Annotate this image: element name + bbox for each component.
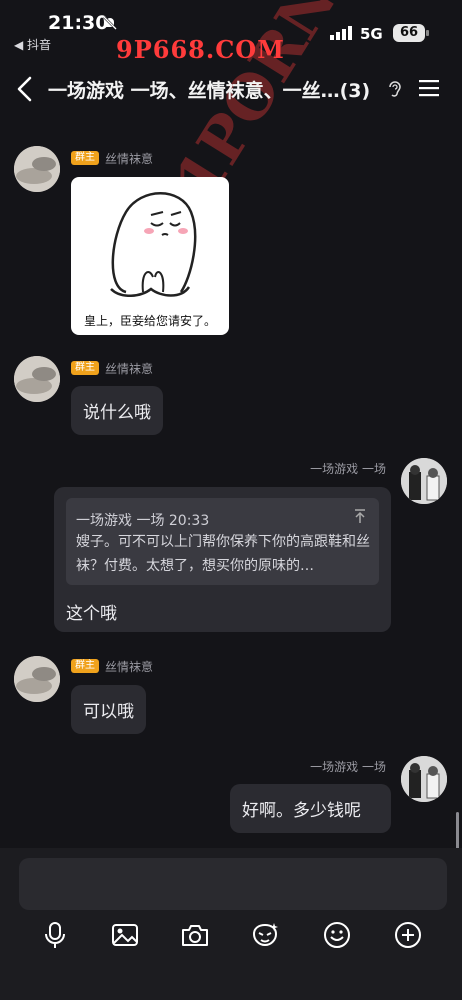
back-to-app-link[interactable]: ◀ 抖音 — [14, 36, 51, 53]
sender-name: 丝情袜意 — [105, 151, 154, 166]
message-text: 可以哦 — [83, 702, 134, 722]
sender-row: 群主 丝情袜意 — [71, 150, 153, 166]
avatar[interactable] — [401, 458, 447, 504]
back-chevron-icon[interactable] — [12, 74, 38, 104]
message-text: 好啊。多少钱呢 — [242, 801, 361, 821]
image-icon[interactable] — [110, 920, 140, 950]
group-owner-badge: 群主 — [71, 361, 99, 375]
plus-icon[interactable] — [393, 920, 423, 950]
avatar-photo — [14, 656, 60, 702]
chat-header: 一场游戏 一场、丝情袜意、一丝…(3) — [0, 60, 462, 116]
avatar[interactable] — [14, 146, 60, 192]
quote-text: 嫂子。可不可以上门帮你保养下你的高跟鞋和丝袜？付费。太想了，想买你的原味的… — [76, 534, 370, 574]
avatar[interactable] — [401, 756, 447, 802]
mute-bell-icon — [103, 16, 117, 30]
sticker-icon[interactable] — [250, 920, 280, 950]
menu-icon[interactable] — [417, 77, 441, 99]
quote-header: 一场游戏 一场 20:33 — [76, 513, 210, 529]
sender-name: 一场游戏 一场 — [310, 462, 386, 476]
quoted-message[interactable]: 一场游戏 一场 20:33 嫂子。可不可以上门帮你保养下你的高跟鞋和丝袜？付费。… — [66, 498, 379, 585]
avatar-photo — [401, 458, 447, 504]
sticker-message[interactable]: 皇上，臣妾给您请安了。 — [71, 177, 229, 335]
camera-icon[interactable] — [180, 920, 210, 950]
network-type: 5G — [360, 25, 383, 43]
sender-name: 丝情袜意 — [105, 659, 154, 674]
avatar-photo — [14, 146, 60, 192]
sticker-image — [110, 192, 197, 297]
status-time: 21:30 — [48, 12, 109, 34]
scrollbar[interactable] — [456, 812, 459, 850]
message-bubble[interactable]: 说什么哦 — [71, 386, 163, 435]
emoji-icon[interactable] — [322, 920, 352, 950]
battery-icon: 66 — [393, 24, 429, 42]
avatar-photo — [401, 756, 447, 802]
sticker-caption: 皇上，臣妾给您请安了。 — [83, 314, 216, 328]
microphone-icon[interactable] — [40, 920, 70, 950]
message-bubble[interactable]: 好啊。多少钱呢 — [230, 784, 391, 833]
ear-icon[interactable] — [386, 79, 402, 99]
jump-to-top-icon[interactable] — [353, 508, 367, 524]
message-bubble[interactable]: 可以哦 — [71, 685, 146, 734]
avatar-photo — [14, 356, 60, 402]
status-bar: 21:30 ◀ 抖音 9P668.COM 5G 66 — [0, 0, 462, 64]
sender-row: 群主 丝情袜意 — [71, 658, 153, 674]
sender-name: 一场游戏 一场 — [310, 760, 386, 774]
avatar[interactable] — [14, 356, 60, 402]
message-text: 说什么哦 — [83, 403, 151, 423]
group-owner-badge: 群主 — [71, 659, 99, 673]
message-text: 这个哦 — [66, 604, 117, 624]
composer-bar — [0, 848, 462, 1000]
message-input[interactable] — [19, 858, 447, 910]
group-owner-badge: 群主 — [71, 151, 99, 165]
chat-title: 一场游戏 一场、丝情袜意、一丝…(3) — [48, 80, 371, 102]
sender-name: 丝情袜意 — [105, 361, 154, 376]
avatar[interactable] — [14, 656, 60, 702]
sender-row: 群主 丝情袜意 — [71, 360, 153, 376]
